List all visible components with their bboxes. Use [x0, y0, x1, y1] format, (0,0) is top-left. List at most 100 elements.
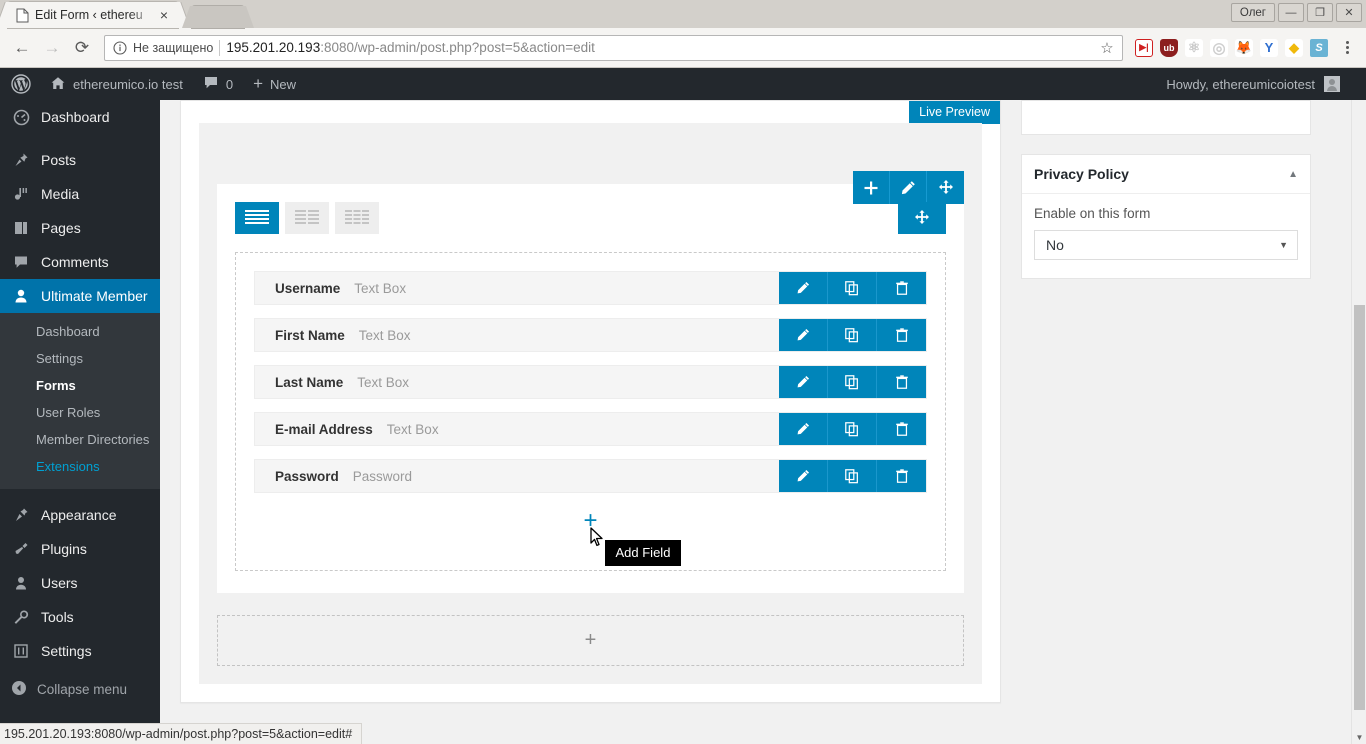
collapse-menu-button[interactable]: Collapse menu [0, 672, 160, 706]
add-field-tooltip: Add Field [604, 540, 682, 566]
back-icon[interactable]: ← [8, 34, 36, 62]
builder-column: Live Preview Username Text Box First Nam… [160, 100, 1001, 744]
close-icon[interactable]: × [156, 7, 172, 23]
chevron-up-icon[interactable]: ▲ [1288, 169, 1298, 180]
sidebar-item-settings[interactable]: Settings [0, 634, 160, 668]
reload-icon[interactable]: ⟳ [68, 34, 96, 62]
add-row-button[interactable] [853, 171, 890, 204]
video-downloader-extension-icon[interactable]: ▶| [1135, 38, 1153, 57]
info-circle-icon[interactable] [113, 40, 127, 55]
target-extension-icon[interactable]: ◎ [1210, 38, 1228, 57]
row-action-toolbar [853, 171, 964, 204]
field-row[interactable]: First Name Text Box [254, 318, 927, 352]
privacy-policy-header[interactable]: Privacy Policy ▲ [1022, 155, 1310, 194]
sidebar-item-tools[interactable]: Tools [0, 600, 160, 634]
browser-status-bar: 195.201.20.193:8080/wp-admin/post.php?po… [0, 723, 363, 744]
binance-extension-icon[interactable]: ◆ [1285, 38, 1303, 57]
browser-tab[interactable]: Edit Form ‹ ethereu × [8, 2, 178, 28]
sidebar-item-um-extensions[interactable]: Extensions [0, 453, 160, 480]
fields-dropzone[interactable]: Username Text Box First Name Text Box La… [235, 252, 946, 571]
field-row[interactable]: E-mail Address Text Box [254, 412, 927, 446]
add-row-plus-icon[interactable]: + [585, 629, 597, 652]
forward-icon[interactable]: → [38, 34, 66, 62]
kebab-menu-icon[interactable] [1336, 41, 1358, 54]
enable-on-form-select[interactable]: No ▼ [1034, 230, 1298, 260]
admin-body: Dashboard Posts Media Pages Comments Ult… [0, 100, 1366, 744]
new-tab-placeholder[interactable] [192, 6, 244, 28]
edit-field-button[interactable] [779, 460, 828, 492]
sidebar-item-comments[interactable]: Comments [0, 245, 160, 279]
duplicate-field-button[interactable] [828, 413, 877, 445]
field-label-text: Last Name [275, 374, 344, 390]
account-area[interactable]: Howdy, ethereumicoiotest [1166, 68, 1366, 100]
mouse-cursor-icon [589, 527, 606, 554]
browser-toolbar: ← → ⟳ Не защищено 195.201.20.193:8080/wp… [0, 28, 1366, 68]
page-icon [16, 8, 29, 23]
window-user-button[interactable]: Олег [1230, 3, 1275, 22]
delete-field-button[interactable] [877, 366, 926, 398]
delete-field-button[interactable] [877, 319, 926, 351]
edit-field-button[interactable] [779, 319, 828, 351]
avatar [1324, 76, 1340, 92]
yandex-extension-icon[interactable]: Y [1260, 38, 1278, 57]
duplicate-field-button[interactable] [828, 460, 877, 492]
sidebar-item-posts[interactable]: Posts [0, 143, 160, 177]
field-info: First Name Text Box [255, 319, 779, 351]
close-window-icon[interactable]: ✕ [1336, 3, 1362, 22]
sidebar-item-um-settings[interactable]: Settings [0, 345, 160, 372]
chevron-down-icon: ▼ [1279, 240, 1288, 250]
edit-field-button[interactable] [779, 413, 828, 445]
sidebar-item-um-dashboard[interactable]: Dashboard [0, 318, 160, 345]
field-type-text: Text Box [354, 280, 407, 296]
delete-field-button[interactable] [877, 460, 926, 492]
duplicate-field-button[interactable] [828, 366, 877, 398]
sidebar-item-dashboard[interactable]: Dashboard [0, 100, 160, 134]
bookmark-star-icon[interactable]: ☆ [1096, 37, 1118, 59]
field-type-text: Text Box [357, 374, 410, 390]
field-row[interactable]: Password Password [254, 459, 927, 493]
move-column-button[interactable] [898, 202, 946, 234]
sidebar-item-um-forms[interactable]: Forms [0, 372, 160, 399]
add-row-zone[interactable]: + [217, 615, 964, 666]
sidebar-item-label: Pages [41, 220, 81, 236]
sidebar-item-ultimate-member[interactable]: Ultimate Member [0, 279, 160, 313]
layout-3-columns-button[interactable] [335, 202, 379, 234]
react-devtools-extension-icon[interactable]: ⚛ [1185, 38, 1203, 57]
layout-1-column-button[interactable] [235, 202, 279, 234]
edit-row-button[interactable] [890, 171, 927, 204]
delete-field-button[interactable] [877, 272, 926, 304]
comments-item[interactable]: 0 [193, 68, 243, 100]
sidebar-item-um-member-directories[interactable]: Member Directories [0, 426, 160, 453]
layout-2-columns-button[interactable] [285, 202, 329, 234]
url-path: :8080/wp-admin/post.php?post=5&action=ed… [320, 40, 595, 55]
sidebar-item-um-user-roles[interactable]: User Roles [0, 399, 160, 426]
live-preview-button[interactable]: Live Preview [909, 101, 1000, 124]
sidebar-item-media[interactable]: Media [0, 177, 160, 211]
field-row[interactable]: Username Text Box [254, 271, 927, 305]
sidebar-item-appearance[interactable]: Appearance [0, 498, 160, 532]
wordpress-icon[interactable] [0, 68, 40, 100]
sidebar-item-pages[interactable]: Pages [0, 211, 160, 245]
delete-field-button[interactable] [877, 413, 926, 445]
minimize-icon[interactable]: — [1278, 3, 1304, 22]
address-bar[interactable]: Не защищено 195.201.20.193:8080/wp-admin… [104, 34, 1123, 61]
comments-count: 0 [225, 76, 234, 92]
s-extension-icon[interactable]: S [1310, 38, 1328, 57]
move-row-button[interactable] [927, 171, 964, 204]
scroll-down-arrow-icon[interactable]: ▼ [1352, 733, 1366, 742]
field-row[interactable]: Last Name Text Box [254, 365, 927, 399]
sidebar-item-plugins[interactable]: Plugins [0, 532, 160, 566]
new-content-item[interactable]: + New [243, 68, 306, 100]
sidebar-item-users[interactable]: Users [0, 566, 160, 600]
field-action-group [779, 319, 926, 351]
duplicate-field-button[interactable] [828, 319, 877, 351]
site-name-item[interactable]: ethereumico.io test [40, 68, 193, 100]
scrollbar-thumb[interactable] [1354, 305, 1365, 710]
vertical-scrollbar[interactable]: ▼ [1351, 100, 1366, 744]
metamask-extension-icon[interactable]: 🦊 [1235, 38, 1253, 57]
maximize-icon[interactable]: ❐ [1307, 3, 1333, 22]
ublock-origin-extension-icon[interactable]: ub [1160, 38, 1178, 57]
edit-field-button[interactable] [779, 366, 828, 398]
duplicate-field-button[interactable] [828, 272, 877, 304]
edit-field-button[interactable] [779, 272, 828, 304]
